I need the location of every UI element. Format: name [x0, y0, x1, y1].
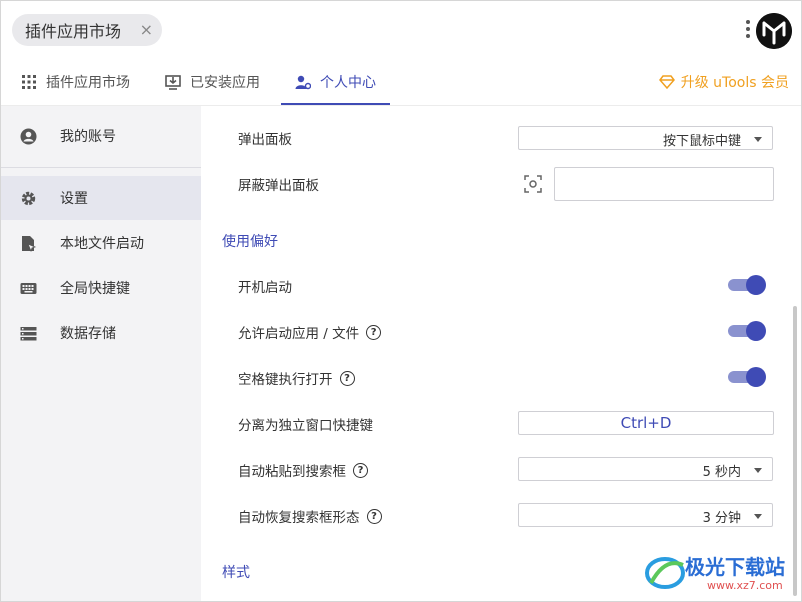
sidebar-item-global-hotkeys[interactable]: 全局快捷键 [1, 266, 201, 310]
account-icon [20, 128, 37, 145]
toggle-knob [746, 321, 766, 341]
app-window: 插件应用市场 × 插件应用市场 已安装应用 个人中心 升级 uTools 会员 … [0, 0, 802, 602]
block-popup-input[interactable] [554, 167, 774, 201]
tab-label: 个人中心 [320, 75, 376, 91]
sidebar-item-label: 本地文件启动 [60, 236, 144, 252]
upgrade-label: 升级 uTools 会员 [680, 75, 789, 91]
allow-launch-toggle[interactable] [728, 321, 766, 341]
help-icon[interactable]: ? [366, 508, 382, 524]
sidebar-item-label: 设置 [60, 191, 88, 207]
toggle-knob [746, 367, 766, 387]
top-bar: 插件应用市场 × [1, 1, 801, 59]
chevron-down-icon [754, 468, 762, 473]
watermark-url: www.xz7.com [707, 579, 783, 592]
chevron-down-icon [754, 137, 762, 142]
space-open-toggle[interactable] [728, 367, 766, 387]
select-value: 按下鼠标中键 [662, 134, 741, 149]
select-value: 5 秒内 [702, 465, 741, 480]
utools-logo-icon[interactable] [756, 13, 792, 49]
scan-target-icon[interactable] [524, 175, 542, 193]
user-gear-icon [295, 75, 311, 90]
popup-panel-select[interactable]: 按下鼠标中键 [518, 126, 773, 150]
toggle-knob [746, 275, 766, 295]
sidebar-item-local-file-launch[interactable]: 本地文件启动 [1, 221, 201, 265]
sidebar: 我的账号 设置 本地文件启动 全局快捷键 数据存储 [1, 106, 201, 601]
search-tag-label: 插件应用市场 [25, 22, 122, 41]
sidebar-item-label: 我的账号 [60, 129, 116, 145]
setting-auto-start: 开机启动 [238, 276, 292, 296]
setting-label: 自动粘贴到搜索框 [238, 464, 346, 480]
search-tag[interactable]: 插件应用市场 × [12, 14, 162, 46]
auto-start-toggle[interactable] [728, 275, 766, 295]
grid-icon [22, 75, 36, 89]
sidebar-item-label: 数据存储 [60, 326, 116, 342]
setting-block-popup: 屏蔽弹出面板 [238, 174, 319, 194]
setting-label: 允许启动应用 / 文件 [238, 326, 360, 342]
watermark-name: 极光下载站 [685, 555, 785, 579]
setting-auto-paste: 自动粘贴到搜索框 ? [238, 460, 368, 480]
select-value: 3 分钟 [702, 511, 741, 526]
setting-label: 屏蔽弹出面板 [238, 178, 319, 194]
file-launch-icon [22, 236, 37, 252]
chevron-down-icon [754, 514, 762, 519]
installed-icon [165, 75, 181, 90]
setting-label: 开机启动 [238, 280, 292, 296]
setting-space-open: 空格键执行打开 ? [238, 368, 355, 388]
upgrade-link[interactable]: 升级 uTools 会员 [658, 59, 789, 105]
keyboard-icon [20, 283, 37, 294]
auto-paste-select[interactable]: 5 秒内 [518, 457, 773, 481]
setting-detach-hotkey: 分离为独立窗口快捷键 [238, 414, 373, 434]
tab-label: 插件应用市场 [46, 75, 130, 91]
gear-icon [21, 191, 36, 206]
tab-personal-center[interactable]: 个人中心 [281, 59, 390, 105]
help-icon[interactable]: ? [339, 370, 355, 386]
tab-installed[interactable]: 已安装应用 [165, 59, 260, 105]
settings-panel: 弹出面板 按下鼠标中键 屏蔽弹出面板 使用偏好 开机启动 允许启动应用 / 文件… [201, 106, 801, 601]
tab-plugin-market[interactable]: 插件应用市场 [21, 59, 130, 105]
setting-label: 弹出面板 [238, 132, 292, 148]
close-icon[interactable]: × [140, 20, 153, 39]
setting-auto-restore: 自动恢复搜索框形态 ? [238, 506, 382, 526]
setting-label: 空格键执行打开 [238, 372, 333, 388]
diamond-icon [658, 75, 675, 89]
help-icon[interactable]: ? [353, 462, 368, 478]
sidebar-divider [1, 167, 201, 168]
tab-bar: 插件应用市场 已安装应用 个人中心 升级 uTools 会员 [1, 59, 801, 106]
sidebar-item-data-storage[interactable]: 数据存储 [1, 311, 201, 355]
detach-hotkey-field[interactable]: Ctrl+D [518, 411, 774, 435]
setting-allow-launch: 允许启动应用 / 文件 ? [238, 322, 382, 342]
help-icon[interactable]: ? [366, 324, 382, 340]
setting-label: 分离为独立窗口快捷键 [238, 418, 373, 434]
setting-label: 自动恢复搜索框形态 [238, 510, 360, 526]
sidebar-item-account[interactable]: 我的账号 [1, 114, 201, 158]
more-menu-icon[interactable] [743, 17, 753, 43]
sidebar-item-settings[interactable]: 设置 [1, 176, 201, 220]
tab-label: 已安装应用 [190, 75, 260, 91]
auto-restore-select[interactable]: 3 分钟 [518, 503, 773, 527]
section-usage-preferences: 使用偏好 [222, 234, 278, 250]
sidebar-item-label: 全局快捷键 [60, 281, 130, 297]
storage-icon [20, 327, 37, 341]
setting-popup-panel: 弹出面板 [238, 128, 292, 148]
section-style: 样式 [222, 565, 250, 581]
